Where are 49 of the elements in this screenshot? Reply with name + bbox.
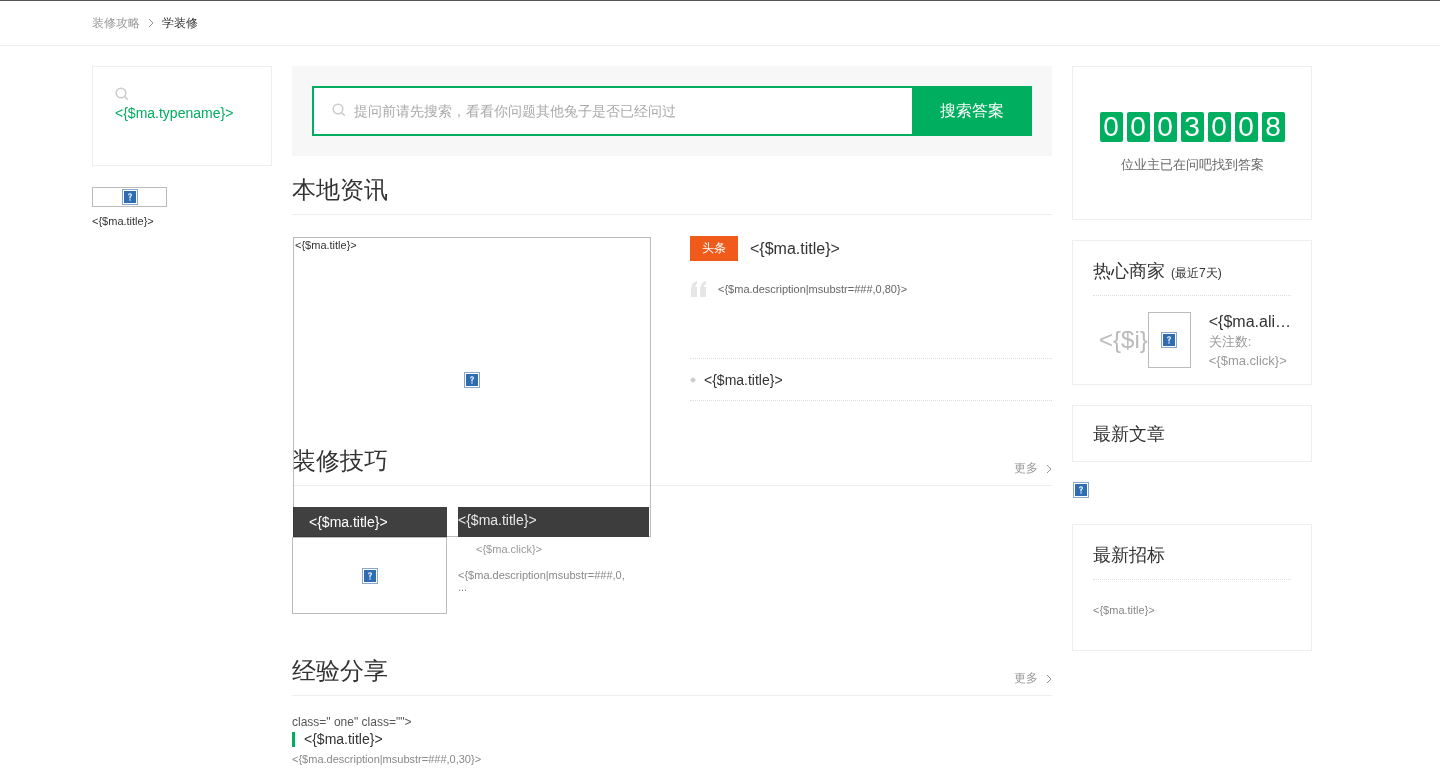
bullet-icon: [690, 376, 696, 383]
quote-icon: [690, 281, 708, 297]
stray-markup-text: class=" one" class="">: [292, 715, 413, 729]
breadcrumb-chevron-icon: [148, 18, 154, 28]
tip-description: <{$ma.description|msubstr=###,0,: [458, 569, 626, 581]
accent-bar: [292, 731, 295, 747]
merchant-name[interactable]: <{$ma.ali…: [1208, 312, 1291, 331]
counter-digit: 0: [1099, 112, 1123, 142]
breadcrumb-link[interactable]: 学装修: [162, 14, 198, 32]
tender-link[interactable]: <{$ma.title}>: [1073, 580, 1311, 650]
item-title[interactable]: <{$ma.title}>: [92, 215, 272, 227]
counter-digit: 0: [1153, 112, 1177, 142]
news-link[interactable]: <{$ma.title}>: [704, 371, 783, 388]
share-description: <{$ma.description|msubstr=###,0,30}>: [292, 753, 483, 765]
chevron-icon: [1046, 673, 1052, 684]
card-heading: 热心商家: [1093, 260, 1165, 283]
featured-title: <{$ma.title}>: [294, 238, 358, 252]
search-icon: [115, 87, 129, 101]
headline-title[interactable]: <{$ma.title}>: [750, 239, 840, 258]
ellipsis: ...: [458, 581, 469, 593]
counter-digit: 0: [1126, 112, 1150, 142]
chevron-icon: [1046, 463, 1052, 474]
broken-image-icon: [121, 189, 138, 205]
section-heading: 经验分享: [292, 656, 388, 686]
broken-image-icon: [464, 371, 480, 388]
counter-digit: 0: [1234, 112, 1258, 142]
headline-description: <{$ma.description|msubstr=###,0,80}>: [718, 283, 908, 295]
follow-count: <{$ma.click}>: [1208, 352, 1288, 368]
tip-title[interactable]: <{$ma.title}>: [458, 507, 649, 537]
section-heading: 本地资讯: [292, 175, 388, 205]
section-heading: 装修技巧: [292, 446, 388, 476]
share-title[interactable]: <{$ma.title}>: [304, 731, 383, 747]
counter-digit: 8: [1261, 112, 1285, 142]
click-count: <{$ma.click}>: [475, 543, 544, 555]
rank-index: <{$i}: [1099, 326, 1148, 354]
card-heading: 最新文章: [1093, 423, 1165, 446]
search-field[interactable]: 提问前请先搜索，看看你问题其他兔子是否已经问过: [312, 86, 912, 136]
counter-caption: 位业主已在问吧找到答案: [1120, 156, 1264, 174]
broken-image-icon: [1073, 482, 1089, 498]
card-heading: 最新招标: [1093, 544, 1165, 567]
counter-digit: 3: [1180, 112, 1204, 142]
broken-image-icon: [361, 567, 378, 584]
broken-image-icon: [1161, 332, 1178, 348]
counter-digit: 0: [1207, 112, 1231, 142]
featured-caption[interactable]: <{$ma.title}>: [293, 507, 447, 537]
image-frame[interactable]: [1147, 312, 1191, 368]
headline-tag: 头条: [690, 236, 738, 261]
follow-label: 关注数:: [1208, 332, 1253, 351]
card-note: (最近7天): [1171, 265, 1222, 282]
